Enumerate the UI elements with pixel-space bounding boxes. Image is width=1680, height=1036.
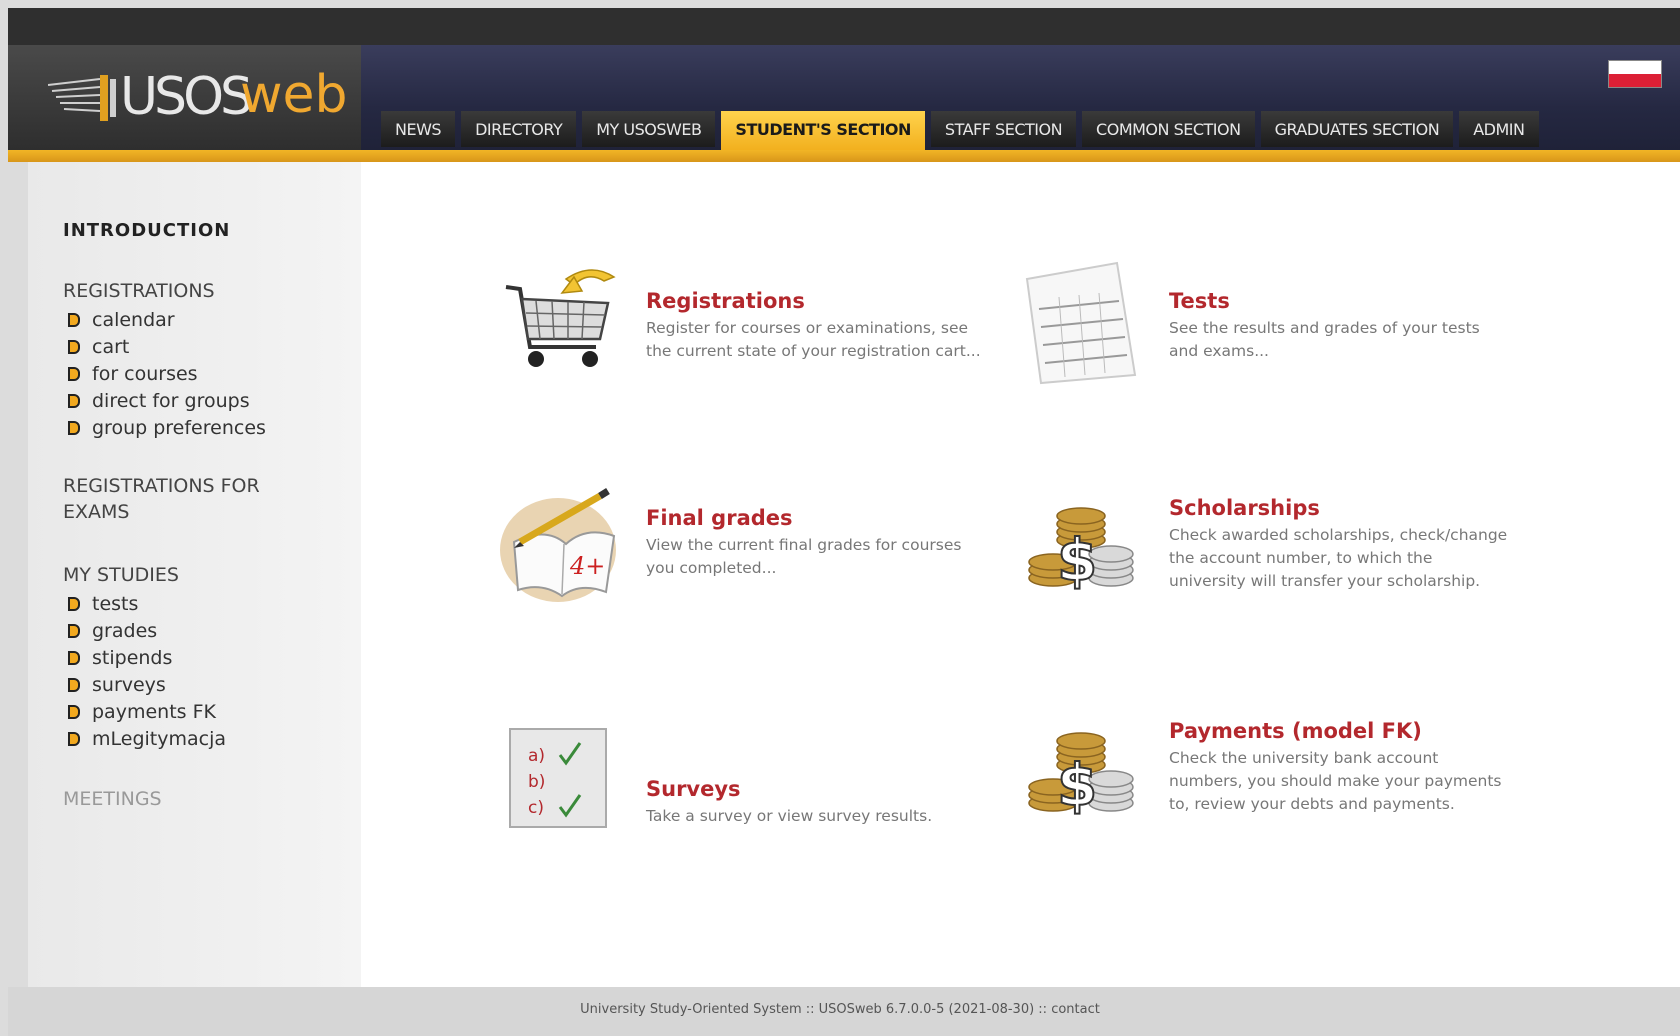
sidebar-registrations-for-exams[interactable]: REGISTRATIONS FOR EXAMS xyxy=(63,475,260,523)
tile-title[interactable]: Payments (model FK) xyxy=(1169,719,1422,743)
logo-area: USOS web xyxy=(8,45,361,150)
sidebar-item-label: for courses xyxy=(92,362,198,385)
bullet-icon xyxy=(68,677,80,692)
sidebar-item-mlegitymacja[interactable]: mLegitymacja xyxy=(63,725,226,752)
sidebar-item-label: tests xyxy=(92,592,139,615)
sidebar-my-studies[interactable]: MY STUDIES xyxy=(63,564,179,586)
sidebar-item-surveys[interactable]: surveys xyxy=(63,671,226,698)
sidebar-registrations[interactable]: REGISTRATIONS xyxy=(63,280,215,302)
header-accent-line xyxy=(8,150,1680,162)
bullet-icon xyxy=(68,623,80,638)
footer-text[interactable]: University Study-Oriented System :: USOS… xyxy=(0,1002,1680,1017)
logo-text-usos: USOS xyxy=(120,67,253,127)
survey-checklist-icon[interactable]: a) b) c) xyxy=(496,707,626,837)
sidebar-item-calendar[interactable]: calendar xyxy=(63,306,266,333)
sidebar-item-label: surveys xyxy=(92,673,166,696)
bullet-icon xyxy=(68,339,80,354)
tab-admin[interactable]: ADMIN xyxy=(1459,111,1539,147)
sidebar-item-label: cart xyxy=(92,335,130,358)
tile-description: Check the university bank account number… xyxy=(1169,749,1502,813)
grade-book-icon[interactable]: 4+ xyxy=(496,482,626,612)
sidebar: INTRODUCTION REGISTRATIONS calendar cart… xyxy=(28,162,361,987)
sidebar-item-grades[interactable]: grades xyxy=(63,617,226,644)
tile-title[interactable]: Surveys xyxy=(646,777,741,801)
tile-description: View the current final grades for course… xyxy=(646,536,962,577)
tile-title[interactable]: Tests xyxy=(1169,289,1230,313)
bullet-icon xyxy=(68,420,80,435)
dollar-coins-icon[interactable]: $ xyxy=(1019,707,1149,837)
shopping-cart-icon[interactable] xyxy=(496,257,626,387)
tab-news[interactable]: NEWS xyxy=(381,111,456,147)
dollar-coins-icon[interactable]: $ xyxy=(1019,482,1149,612)
tile-description: Register for courses or examinations, se… xyxy=(646,319,981,360)
top-bar xyxy=(8,8,1680,45)
sidebar-item-payments-fk[interactable]: payments FK xyxy=(63,698,226,725)
tab-students-section[interactable]: STUDENT'S SECTION xyxy=(721,111,925,150)
sidebar-my-studies-list: tests grades stipends surveys payments F… xyxy=(63,590,226,752)
tile-description: See the results and grades of your tests… xyxy=(1169,319,1480,360)
sidebar-exams-line2: EXAMS xyxy=(63,501,130,523)
sidebar-item-label: grades xyxy=(92,619,158,642)
header: USOS web NEWS DIRECTORY MY USOSWEB STUDE… xyxy=(8,45,1680,150)
sidebar-item-label: calendar xyxy=(92,308,175,331)
svg-text:$: $ xyxy=(1057,526,1097,594)
tab-graduates-section[interactable]: GRADUATES SECTION xyxy=(1260,111,1454,147)
test-sheet-icon[interactable] xyxy=(1019,257,1149,387)
tile-description: Check awarded scholarships, check/change… xyxy=(1169,526,1508,590)
sidebar-item-tests[interactable]: tests xyxy=(63,590,226,617)
svg-text:4+: 4+ xyxy=(569,552,605,580)
tile-title[interactable]: Scholarships xyxy=(1169,496,1320,520)
sidebar-item-label: payments FK xyxy=(92,700,216,723)
tab-directory[interactable]: DIRECTORY xyxy=(461,111,577,147)
sidebar-exams-line1: REGISTRATIONS FOR xyxy=(63,475,260,497)
svg-text:$: $ xyxy=(1057,751,1097,819)
bullet-icon xyxy=(68,312,80,327)
sidebar-item-direct-for-groups[interactable]: direct for groups xyxy=(63,387,266,414)
bullet-icon xyxy=(68,393,80,408)
tab-common-section[interactable]: COMMON SECTION xyxy=(1082,111,1255,147)
bullet-icon xyxy=(68,366,80,381)
tab-staff-section[interactable]: STAFF SECTION xyxy=(930,111,1077,147)
tab-my-usosweb[interactable]: MY USOSWEB xyxy=(582,111,716,147)
sidebar-meetings[interactable]: MEETINGS xyxy=(63,788,162,810)
bullet-icon xyxy=(68,731,80,746)
svg-text:b): b) xyxy=(528,772,545,792)
logo-text-web: web xyxy=(240,65,348,125)
sidebar-item-label: direct for groups xyxy=(92,389,250,412)
sidebar-item-stipends[interactable]: stipends xyxy=(63,644,226,671)
sidebar-item-cart[interactable]: cart xyxy=(63,333,266,360)
logo-lines-icon xyxy=(48,75,116,121)
sidebar-item-label: stipends xyxy=(92,646,173,669)
bullet-icon xyxy=(68,704,80,719)
sidebar-item-label: mLegitymacja xyxy=(92,727,227,750)
main-nav-tabs: NEWS DIRECTORY MY USOSWEB STUDENT'S SECT… xyxy=(381,111,1539,150)
sidebar-registrations-list: calendar cart for courses direct for gro… xyxy=(63,306,266,441)
bullet-icon xyxy=(68,650,80,665)
main-content: Registrations Register for courses or ex… xyxy=(361,162,1680,987)
polish-flag-icon[interactable] xyxy=(1608,60,1662,88)
svg-text:c): c) xyxy=(528,798,544,818)
sidebar-introduction[interactable]: INTRODUCTION xyxy=(63,220,230,241)
svg-text:a): a) xyxy=(528,746,545,766)
tile-description: Take a survey or view survey results. xyxy=(646,807,933,825)
sidebar-item-label: group preferences xyxy=(92,416,266,439)
bullet-icon xyxy=(68,596,80,611)
tile-title[interactable]: Final grades xyxy=(646,506,793,530)
sidebar-item-group-preferences[interactable]: group preferences xyxy=(63,414,266,441)
tile-title[interactable]: Registrations xyxy=(646,289,805,313)
sidebar-item-for-courses[interactable]: for courses xyxy=(63,360,266,387)
usosweb-logo[interactable]: USOS web xyxy=(48,65,348,129)
